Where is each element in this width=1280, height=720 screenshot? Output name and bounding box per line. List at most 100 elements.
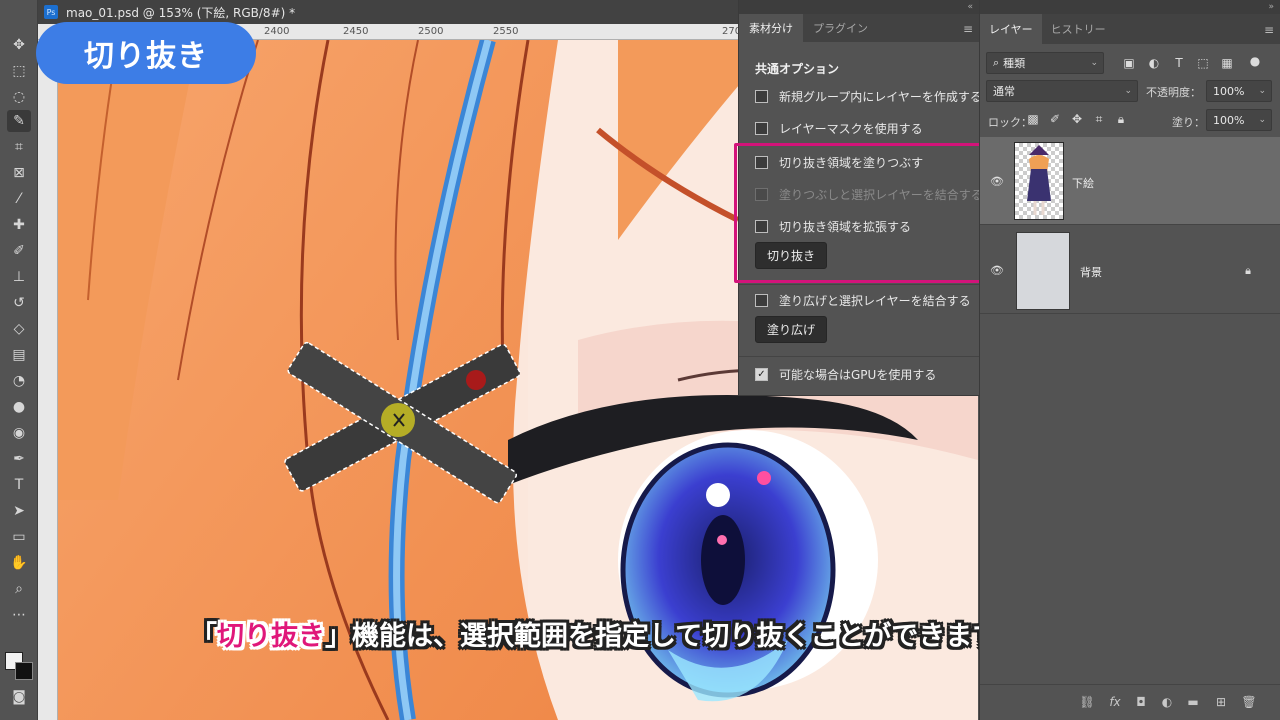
fill-input[interactable]: 100% ⌄ xyxy=(1206,109,1272,131)
type-tool-icon[interactable]: T xyxy=(7,474,31,496)
blur-tool-icon[interactable]: ◔ xyxy=(7,370,31,392)
filter-toggle-icon[interactable]: ● xyxy=(1246,54,1264,68)
layers-footer: ⛓︎ fx ◘ ◐ ▬ ⊞ 🗑︎ xyxy=(980,684,1280,720)
crop-tool-icon[interactable]: ⌗ xyxy=(7,136,31,158)
sponge-tool-icon[interactable]: ◉ xyxy=(7,422,31,444)
option-merge-spread-layer[interactable]: 塗り広げと選択レイヤーを結合する xyxy=(755,292,971,309)
move-tool-icon[interactable]: ✥ xyxy=(7,34,31,56)
eyedropper-tool-icon[interactable]: ⁄ xyxy=(7,188,31,210)
filter-shape-icon[interactable]: ⬚ xyxy=(1194,56,1212,70)
collapse-icon[interactable]: « xyxy=(967,2,973,12)
lock-artboard-icon[interactable]: ⌗ xyxy=(1090,112,1108,127)
ps-file-icon: Ps xyxy=(44,5,58,19)
layer-row-shita-e[interactable]: 👁︎ 下絵 xyxy=(980,137,1280,225)
lock-transparent-icon[interactable]: ▩ xyxy=(1024,112,1042,126)
lock-icon: 🔒︎ xyxy=(1245,264,1251,277)
tab-history[interactable]: ヒストリー xyxy=(1042,14,1115,44)
panel-menu-icon[interactable]: ≡ xyxy=(963,22,973,36)
frame-tool-icon[interactable]: ⊠ xyxy=(7,162,31,184)
filter-type-icon[interactable]: T xyxy=(1170,56,1188,70)
lasso-tool-icon[interactable]: ◌ xyxy=(7,86,31,108)
option-use-gpu[interactable]: ✓ 可能な場合はGPUを使用する xyxy=(755,366,936,383)
checkbox-checked-icon[interactable]: ✓ xyxy=(755,368,768,381)
lock-paint-icon[interactable]: ✐ xyxy=(1046,112,1064,126)
panel-collapse-bar[interactable]: » xyxy=(980,0,1280,14)
photoshop-window: ✥ ⬚ ◌ ✎ ⌗ ⊠ ⁄ ✚ ✐ ⊥ ↺ ◇ ▤ ◔ ● ◉ ✒ T ➤ ▭ … xyxy=(0,0,1280,720)
divider xyxy=(739,284,979,285)
checkbox-icon[interactable] xyxy=(755,90,768,103)
option-new-group[interactable]: 新規グループ内にレイヤーを作成する xyxy=(755,88,982,105)
stamp-tool-icon[interactable]: ⊥ xyxy=(7,266,31,288)
quick-mask-icon[interactable]: ◙ xyxy=(7,686,31,708)
option-expand-crop-area[interactable]: 切り抜き領域を拡張する xyxy=(755,218,911,235)
collapse-icon[interactable]: » xyxy=(1268,2,1274,12)
filter-smart-object-icon[interactable]: ▦ xyxy=(1218,56,1236,70)
filter-adjustment-icon[interactable]: ◐ xyxy=(1145,56,1163,70)
layer-style-icon[interactable]: fx xyxy=(1106,695,1124,709)
layer-row-haikei[interactable]: 👁︎ 背景 🔒︎ xyxy=(980,226,1280,314)
dodge-tool-icon[interactable]: ● xyxy=(7,396,31,418)
caption-subtitle: 「切り抜き」機能は、選択範囲を指定して切り抜くことができます。 xyxy=(190,614,1110,653)
layer-thumbnail xyxy=(1016,232,1070,310)
blend-mode-value: 通常 xyxy=(993,85,1015,98)
document-title: mao_01.psd @ 153% (下絵, RGB/8#) * xyxy=(66,5,296,20)
filter-pixel-icon[interactable]: ▣ xyxy=(1120,56,1138,70)
checkbox-icon[interactable] xyxy=(755,122,768,135)
brush-tool-icon[interactable]: ✐ xyxy=(7,240,31,262)
eye-icon[interactable]: 👁︎ xyxy=(990,264,1004,277)
search-icon: ⌕ xyxy=(993,56,1000,69)
gradient-tool-icon[interactable]: ▤ xyxy=(7,344,31,366)
lock-all-icon[interactable]: 🔒︎ xyxy=(1112,112,1130,127)
document-tab[interactable]: Ps mao_01.psd @ 153% (下絵, RGB/8#) * xyxy=(38,0,738,24)
option-fill-crop-area[interactable]: 切り抜き領域を塗りつぶす xyxy=(755,154,923,171)
option-label: 塗りつぶしと選択レイヤーを結合する xyxy=(779,188,983,202)
marquee-tool-icon[interactable]: ⬚ xyxy=(7,60,31,82)
lock-position-icon[interactable]: ✥ xyxy=(1068,112,1086,126)
crop-button[interactable]: 切り抜き xyxy=(755,242,828,269)
tab-layers[interactable]: レイヤー xyxy=(980,14,1042,44)
fill-label: 塗り： xyxy=(1172,116,1205,129)
plugin-panel: « 素材分け プラグイン ≡ 共通オプション 新規グループ内にレイヤーを作成する… xyxy=(738,0,983,396)
panel-menu-icon[interactable]: ≡ xyxy=(1264,23,1274,37)
tab-plugins[interactable]: プラグイン xyxy=(803,14,878,42)
adjustment-layer-icon[interactable]: ◐ xyxy=(1158,695,1176,709)
checkbox-icon[interactable] xyxy=(755,294,768,307)
caption-open-bracket: 「 xyxy=(190,621,217,652)
add-mask-icon[interactable]: ◘ xyxy=(1132,695,1150,709)
zoom-tool-icon[interactable]: ⌕ xyxy=(7,578,31,600)
rectangle-tool-icon[interactable]: ▭ xyxy=(7,526,31,548)
layer-filter-select[interactable]: ⌕ 種類 ⌄ xyxy=(986,52,1104,74)
tab-material-split[interactable]: 素材分け xyxy=(739,14,803,42)
more-tools-icon[interactable]: ⋯ xyxy=(7,604,31,626)
blend-mode-select[interactable]: 通常 ⌄ xyxy=(986,80,1138,102)
history-brush-tool-icon[interactable]: ↺ xyxy=(7,292,31,314)
title-badge: 切り抜き xyxy=(36,22,256,84)
new-layer-icon[interactable]: ⊞ xyxy=(1212,695,1230,709)
pen-tool-icon[interactable]: ✒ xyxy=(7,448,31,470)
spread-button[interactable]: 塗り広げ xyxy=(755,316,828,343)
healing-brush-tool-icon[interactable]: ✚ xyxy=(7,214,31,236)
hand-tool-icon[interactable]: ✋ xyxy=(7,552,31,574)
option-label: 切り抜き領域を塗りつぶす xyxy=(779,156,924,170)
trash-icon[interactable]: 🗑︎ xyxy=(1240,695,1258,709)
background-color-swatch[interactable] xyxy=(15,662,33,680)
panel-collapse-bar[interactable]: « xyxy=(739,0,979,14)
link-layers-icon[interactable]: ⛓︎ xyxy=(1078,695,1096,709)
checkbox-icon[interactable] xyxy=(755,156,768,169)
path-select-tool-icon[interactable]: ➤ xyxy=(7,500,31,522)
layer-name: 下絵 xyxy=(1072,177,1094,190)
section-title-common-options: 共通オプション xyxy=(755,62,840,76)
opacity-input[interactable]: 100% ⌄ xyxy=(1206,80,1272,102)
eye-icon[interactable]: 👁︎ xyxy=(990,175,1004,188)
layer-name: 背景 xyxy=(1080,266,1102,279)
option-use-layer-mask[interactable]: レイヤーマスクを使用する xyxy=(755,120,923,137)
chevron-down-icon: ⌄ xyxy=(1124,86,1132,96)
new-group-icon[interactable]: ▬ xyxy=(1184,695,1202,709)
checkbox-icon[interactable] xyxy=(755,220,768,233)
caption-highlight: 切り抜き xyxy=(217,621,325,652)
magic-wand-tool-icon[interactable]: ✎ xyxy=(7,110,31,132)
eraser-tool-icon[interactable]: ◇ xyxy=(7,318,31,340)
plugin-panel-tabs: 素材分け プラグイン ≡ xyxy=(739,14,979,42)
option-merge-fill-layer: 塗りつぶしと選択レイヤーを結合する xyxy=(755,186,983,203)
character-thumbnail xyxy=(1027,145,1051,215)
